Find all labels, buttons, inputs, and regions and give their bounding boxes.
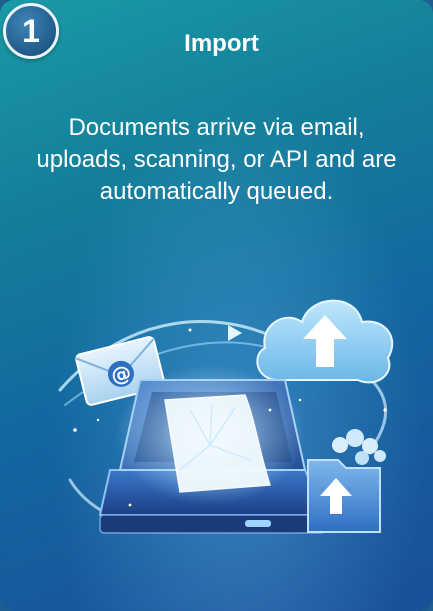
document-icon: [115, 365, 305, 505]
import-step-card: 1 Import Documents arrive via email, upl…: [0, 0, 433, 611]
folder-upload-icon: [307, 429, 386, 533]
cloud-upload-icon: [256, 299, 394, 384]
step-title: Import: [184, 30, 259, 57]
step-description: Documents arrive via email, uploads, sca…: [36, 114, 397, 205]
import-illustration: @: [58, 299, 394, 534]
